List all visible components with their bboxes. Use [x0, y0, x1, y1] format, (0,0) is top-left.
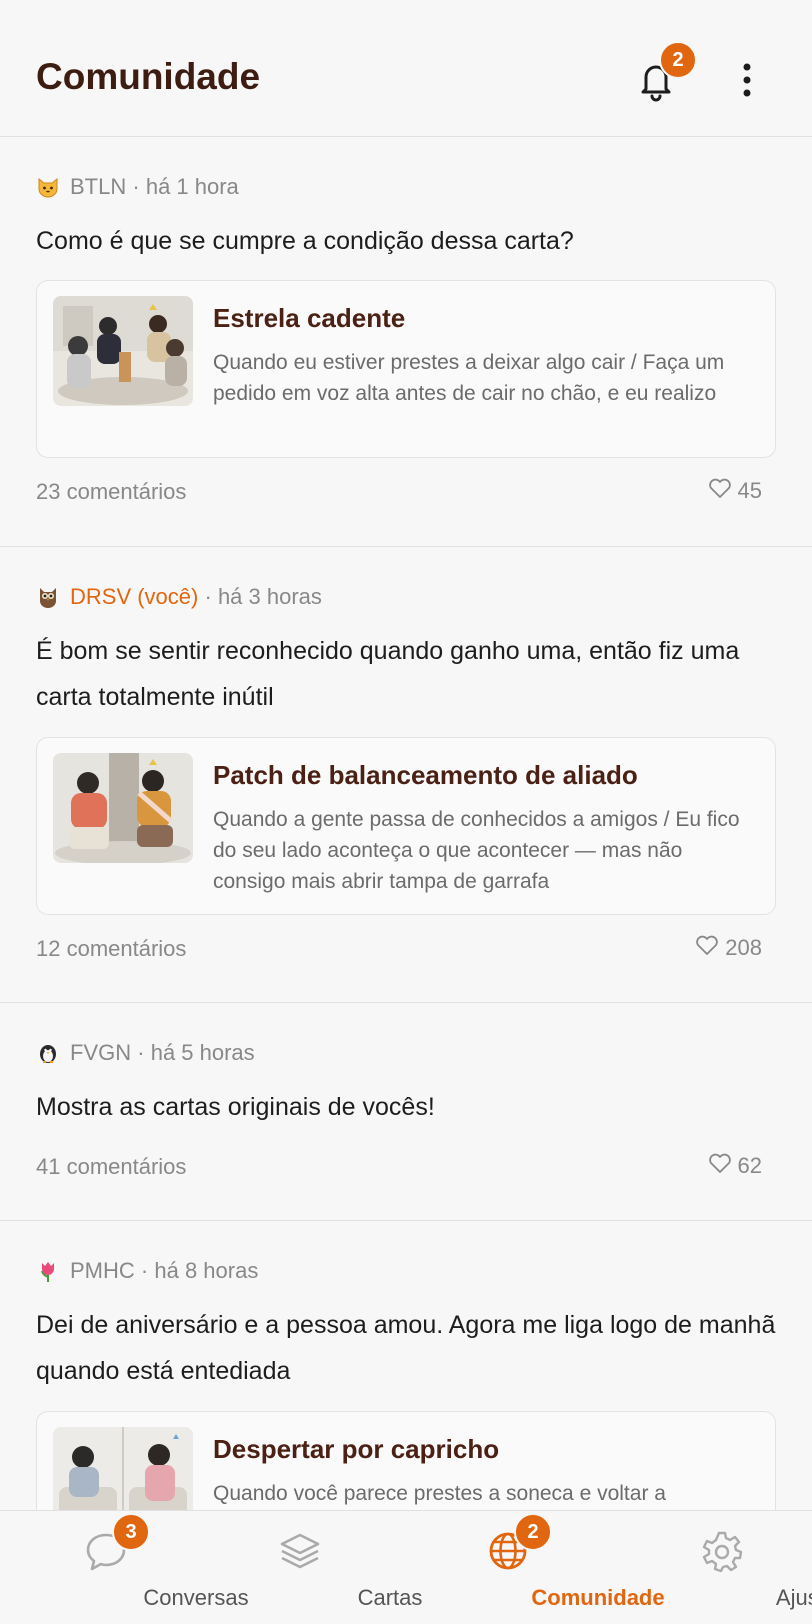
post-time: há 5 horas: [150, 1040, 255, 1065]
post-author[interactable]: BTLN: [70, 174, 126, 200]
likes-count: 62: [737, 1153, 762, 1178]
post-time: há 8 horas: [154, 1258, 259, 1283]
card-title: Despertar por capricho: [213, 1434, 500, 1464]
meta-separator: ·: [132, 174, 140, 199]
heart-icon: [695, 934, 719, 962]
more-options-icon[interactable]: [732, 60, 762, 100]
post-text: É bom se sentir reconhecido quando ganho…: [36, 637, 740, 711]
likes-count: 208: [725, 935, 762, 960]
post-meta: FVGN · há 5 horas: [36, 1040, 255, 1066]
card-preview[interactable]: Estrela cadente Quando eu estiver preste…: [36, 280, 776, 458]
tab-conversas[interactable]: Conversas: [16, 1511, 249, 1624]
cat-face-icon: [36, 175, 60, 199]
tulip-icon: [36, 1259, 60, 1283]
post-time: há 1 hora: [145, 174, 239, 199]
owl-icon: [36, 585, 60, 609]
post-author[interactable]: FVGN: [70, 1040, 131, 1066]
meta-separator: ·: [140, 1258, 149, 1283]
layers-icon: [276, 1527, 324, 1575]
post-item[interactable]: FVGN · há 5 horas Mostra as cartas origi…: [0, 1003, 812, 1221]
card-description: Quando você parece prestes a soneca e vo…: [213, 1482, 666, 1505]
tab-cartas[interactable]: Cartas: [210, 1511, 422, 1624]
tab-comunidade[interactable]: Comunidade: [418, 1511, 665, 1624]
tab-label: Ajustes: [775, 1585, 812, 1610]
card-title: Patch de balanceamento de aliado: [213, 760, 638, 790]
post-text: Como é que se cumpre a condição dessa ca…: [36, 227, 574, 255]
post-item[interactable]: PMHC · há 8 horas Dei de aniversário e a…: [0, 1221, 812, 1589]
gear-icon: [698, 1527, 746, 1575]
card-thumbnail: [53, 753, 193, 863]
post-author[interactable]: PMHC: [70, 1258, 135, 1284]
like-button[interactable]: 45: [708, 477, 762, 505]
meta-separator: ·: [137, 1040, 145, 1065]
tab-ajustes[interactable]: Ajustes: [632, 1511, 812, 1624]
post-meta: PMHC · há 8 horas: [36, 1258, 258, 1284]
post-text: Mostra as cartas originais de vocês!: [36, 1093, 435, 1121]
post-meta: DRSV (você) · há 3 horas: [36, 584, 322, 610]
penguin-icon: [36, 1041, 60, 1065]
post-item[interactable]: DRSV (você) · há 3 horas É bom se sentir…: [0, 547, 812, 1003]
likes-count: 45: [737, 478, 762, 503]
card-title: Estrela cadente: [213, 303, 406, 333]
comments-count[interactable]: 23 comentários: [36, 479, 186, 505]
like-button[interactable]: 62: [708, 1152, 762, 1180]
post-author[interactable]: DRSV (você): [70, 584, 198, 610]
heart-icon: [708, 1152, 732, 1180]
card-description: Quando a gente passa de conhecidos a ami…: [213, 808, 740, 893]
card-thumbnail: [53, 296, 193, 406]
meta-separator: ·: [204, 584, 212, 609]
comments-count[interactable]: 41 comentários: [36, 1154, 186, 1180]
post-time: há 3 horas: [217, 584, 322, 609]
conversas-badge: 3: [112, 1513, 150, 1551]
card-description: Quando eu estiver prestes a deixar algo …: [213, 351, 725, 405]
post-item[interactable]: BTLN · há 1 hora Como é que se cumpre a …: [0, 137, 812, 547]
like-button[interactable]: 208: [695, 934, 762, 962]
comments-count[interactable]: 12 comentários: [36, 936, 186, 962]
notifications-badge: 2: [659, 41, 697, 79]
card-preview[interactable]: Patch de balanceamento de aliado Quando …: [36, 737, 776, 915]
post-text: Dei de aniversário e a pessoa amou. Agor…: [36, 1311, 776, 1385]
post-meta: BTLN · há 1 hora: [36, 174, 239, 200]
heart-icon: [708, 477, 732, 505]
comunidade-badge: 2: [514, 1513, 552, 1551]
page-title: Comunidade: [36, 56, 261, 97]
